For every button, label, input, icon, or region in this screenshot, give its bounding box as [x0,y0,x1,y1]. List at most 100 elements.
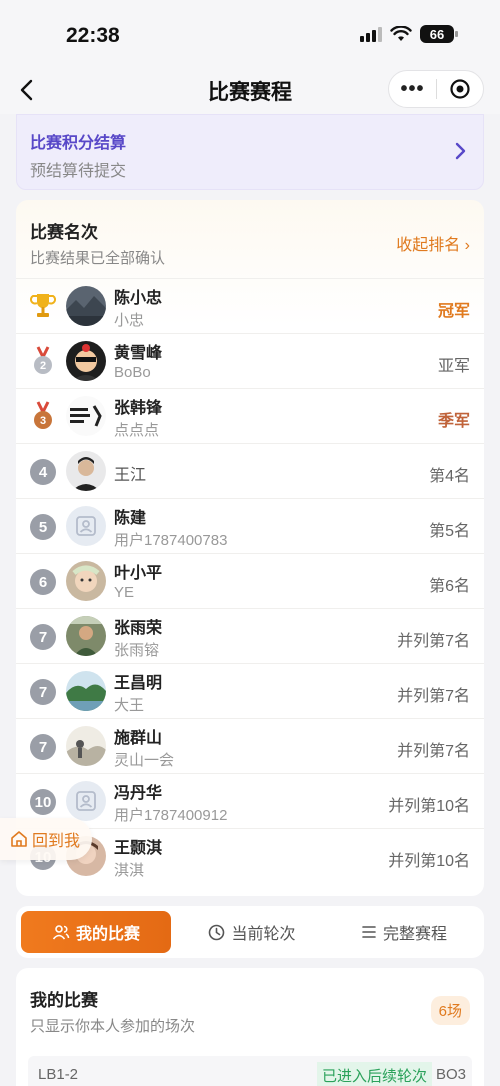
rank-number-badge: 10 [30,789,56,815]
player-nickname: 大王 [114,697,145,714]
player-name: 王江 [114,467,147,484]
avatar [66,396,106,436]
rank-number-badge: 7 [30,734,56,760]
player-nickname: YE [114,584,135,601]
player-nickname: BoBo [114,364,151,381]
player-name: 王昌明 [114,675,163,692]
status-icons: 66 [360,25,458,43]
player-name: 王颢淇 [114,840,163,857]
tab-current-round[interactable]: 当前轮次 [177,911,327,953]
nav-bar: 比赛赛程 ••• [0,66,500,114]
ranking-row[interactable]: 4 王江 第4名 [16,443,484,498]
my-matches-subtitle: 只显示你本人参加的场次 [30,1018,196,1035]
clock-icon [209,924,225,940]
status-bar: 22:38 66 [0,0,500,66]
player-nickname: 点点点 [114,422,160,439]
rank-label: 并列第7名 [397,633,470,650]
home-icon [11,831,27,847]
rank-label: 季军 [437,413,470,430]
svg-text:3: 3 [40,415,46,427]
default-avatar-icon [66,781,106,821]
match-count-badge: 6场 [430,996,470,1025]
rank-number-badge: 7 [30,679,56,705]
player-name: 黄雪峰 [114,345,163,362]
match-status-badge: 已进入后续轮次 [316,1062,432,1086]
match-row[interactable]: LB1-2 已进入后续轮次 BO3 [28,1056,472,1086]
ranking-row[interactable]: 7 施群山 灵山一会 并列第7名 [16,718,484,773]
schedule-tabs: 我的比赛 当前轮次 完整赛程 [16,906,484,958]
tab-full-schedule-label: 完整赛程 [382,926,447,943]
ranking-row[interactable]: 7 王昌明 大王 并列第7名 [16,663,484,718]
ranking-row[interactable]: 陈小忠 小忠 冠军 [16,278,484,333]
chevron-right-icon [455,142,466,160]
player-nickname: 用户1787400783 [114,532,228,549]
rank-label: 第4名 [429,468,470,485]
battery-icon: 66 [420,25,458,43]
player-name: 张雨荣 [114,620,163,637]
tab-my-matches-label: 我的比赛 [75,926,140,943]
ranking-row[interactable]: 6 叶小平 YE 第6名 [16,553,484,608]
rank-label: 亚军 [437,358,470,375]
settlement-card[interactable]: 比赛积分结算 预结算待提交 [16,114,484,190]
player-name: 陈建 [114,510,147,527]
player-name: 叶小平 [114,565,163,582]
match-id: LB1-2 [38,1066,79,1083]
tab-current-round-label: 当前轮次 [231,926,296,943]
collapse-ranking-link[interactable]: 收起排名 › [396,231,470,255]
ranking-row[interactable]: 7 张雨荣 张雨镕 并列第7名 [16,608,484,663]
svg-text:2: 2 [40,360,46,372]
bronze-medal-icon: 3 [34,401,52,429]
my-matches-card: 我的比赛 只显示你本人参加的场次 6场 LB1-2 已进入后续轮次 BO3 [16,968,484,1086]
rank-label: 并列第7名 [397,688,470,705]
ranking-row[interactable]: 10 冯丹华 用户1787400912 并列第10名 [16,773,484,828]
avatar [66,616,106,656]
settlement-title: 比赛积分结算 [30,135,127,152]
rank-number-badge: 6 [30,569,56,595]
avatar [66,341,106,381]
ranking-title: 比赛名次 [30,223,98,242]
player-nickname: 灵山一会 [114,752,175,769]
player-name: 陈小忠 [114,290,163,307]
trophy-icon [30,294,56,317]
avatar [66,671,106,711]
match-format: BO3 [435,1066,466,1083]
back-to-me-button[interactable]: 回到我 [0,818,92,860]
rank-number-badge: 5 [30,514,56,540]
player-nickname: 张雨镕 [114,642,160,659]
rank-label: 并列第7名 [397,743,470,760]
avatar [66,286,106,326]
rank-label: 第5名 [429,523,470,540]
ranking-subtitle: 比赛结果已全部确认 [30,250,166,267]
avatar [66,561,106,601]
avatar [66,726,106,766]
rank-label: 第6名 [429,578,470,595]
ranking-row[interactable]: 2 黄雪峰 BoBo 亚军 [16,333,484,388]
rank-number-badge: 7 [30,624,56,650]
ranking-card: 比赛名次 比赛结果已全部确认 收起排名 › 陈小忠 小忠 冠军 2 黄雪峰 Bo… [16,200,484,896]
rank-number-badge: 4 [30,459,56,485]
back-to-me-label: 回到我 [32,833,81,850]
rank-label: 冠军 [437,303,470,320]
player-nickname: 小忠 [114,312,145,329]
silver-medal-icon: 2 [34,346,52,374]
rank-label: 并列第10名 [388,798,470,815]
wifi-icon [390,26,412,41]
rank-label: 并列第10名 [388,853,470,870]
tab-full-schedule[interactable]: 完整赛程 [329,911,479,953]
list-icon [362,926,376,938]
avatar [66,451,106,491]
close-miniprogram-button[interactable] [437,78,483,100]
settlement-subtitle: 预结算待提交 [30,163,127,180]
ranking-row[interactable]: 5 陈建 用户1787400783 第5名 [16,498,484,553]
tab-my-matches[interactable]: 我的比赛 [21,911,171,953]
more-button[interactable]: ••• [389,78,436,101]
ranking-row[interactable]: 3 张韩锋 点点点 季军 [16,388,484,443]
users-icon [52,925,70,940]
player-nickname: 用户1787400912 [114,807,228,824]
target-icon [450,79,470,99]
player-nickname: 淇淇 [114,862,145,879]
my-matches-title: 我的比赛 [30,991,98,1010]
player-name: 张韩锋 [114,400,163,417]
status-time: 22:38 [66,24,120,47]
player-name: 施群山 [114,730,163,747]
